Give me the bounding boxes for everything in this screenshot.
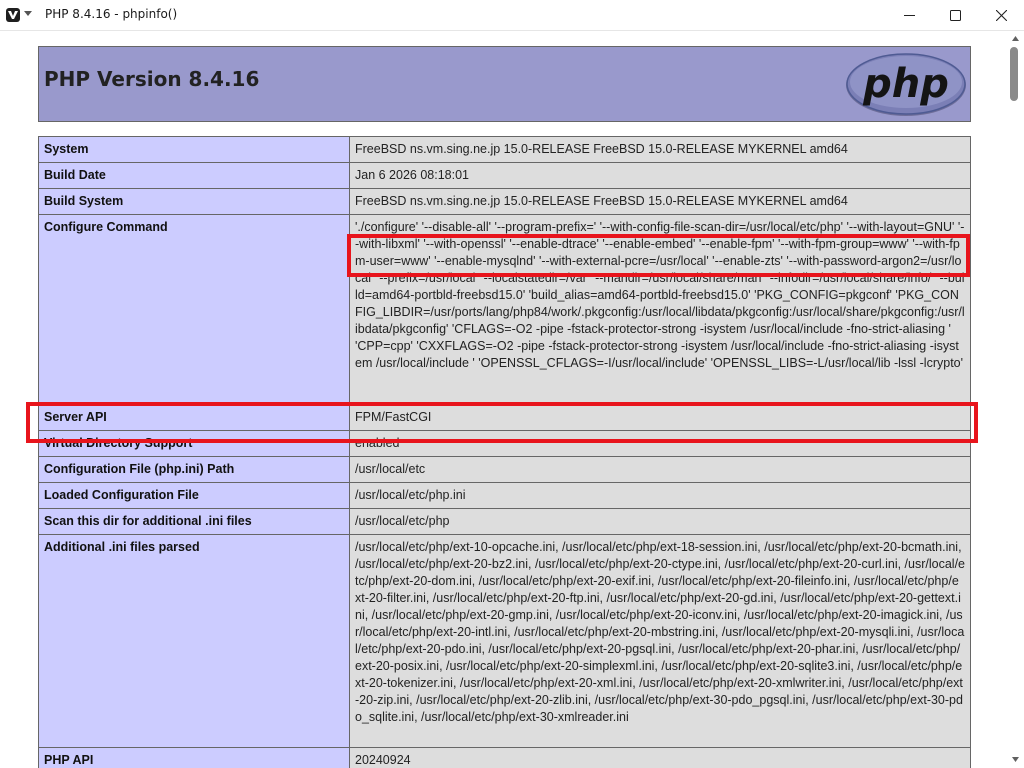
row-key: Scan this dir for additional .ini files xyxy=(38,508,350,535)
php-logo-text: php xyxy=(862,61,949,107)
row-value: 20240924 xyxy=(349,747,971,768)
chevron-down-icon[interactable] xyxy=(24,11,32,17)
info-table: System FreeBSD ns.vm.sing.ne.jp 15.0-REL… xyxy=(38,136,971,768)
row-value: /usr/local/etc/php xyxy=(349,508,971,535)
row-key: Virtual Directory Support xyxy=(38,430,350,457)
scroll-up-arrow-icon[interactable] xyxy=(1012,36,1019,41)
row-value: Jan 6 2026 08:18:01 xyxy=(349,162,971,189)
row-key: Build System xyxy=(38,188,350,215)
vertical-scrollbar[interactable] xyxy=(1007,31,1024,768)
row-value: FreeBSD ns.vm.sing.ne.jp 15.0-RELEASE Fr… xyxy=(349,188,971,215)
row-key: Configuration File (php.ini) Path xyxy=(38,456,350,483)
row-key: Build Date xyxy=(38,162,350,189)
phpinfo-header: PHP Version 8.4.16 php xyxy=(38,46,971,122)
table-row: System FreeBSD ns.vm.sing.ne.jp 15.0-REL… xyxy=(38,136,971,163)
table-row: Virtual Directory Support enabled xyxy=(38,430,971,457)
maximize-icon xyxy=(950,10,961,21)
table-row: Server API FPM/FastCGI xyxy=(38,404,971,431)
row-key: Additional .ini files parsed xyxy=(38,534,350,748)
minimize-icon xyxy=(904,15,915,16)
table-row: Configuration File (php.ini) Path /usr/l… xyxy=(38,456,971,483)
row-value: /usr/local/etc/php.ini xyxy=(349,482,971,509)
table-row: Additional .ini files parsed /usr/local/… xyxy=(38,534,971,748)
maximize-button[interactable] xyxy=(932,0,978,31)
scroll-down-arrow-icon[interactable] xyxy=(1012,757,1019,762)
scroll-thumb[interactable] xyxy=(1010,47,1018,101)
php-logo[interactable]: php xyxy=(845,53,967,117)
row-value: FreeBSD ns.vm.sing.ne.jp 15.0-RELEASE Fr… xyxy=(349,136,971,163)
close-button[interactable] xyxy=(978,0,1024,31)
window-title: PHP 8.4.16 - phpinfo() xyxy=(45,7,178,21)
row-value: enabled xyxy=(349,430,971,457)
table-row: Configure Command './configure' '--disab… xyxy=(38,214,971,405)
app-logo-icon[interactable] xyxy=(6,8,20,22)
table-row: Scan this dir for additional .ini files … xyxy=(38,508,971,535)
page-content: PHP Version 8.4.16 php System FreeBSD ns… xyxy=(0,31,1007,768)
close-icon xyxy=(996,10,1007,21)
minimize-button[interactable] xyxy=(886,0,932,31)
page-title: PHP Version 8.4.16 xyxy=(44,67,260,91)
table-row: Build System FreeBSD ns.vm.sing.ne.jp 15… xyxy=(38,188,971,215)
configure-command-value: './configure' '--disable-all' '--program… xyxy=(349,214,971,405)
row-key: System xyxy=(38,136,350,163)
window-titlebar: PHP 8.4.16 - phpinfo() xyxy=(0,0,1024,31)
row-key: PHP API xyxy=(38,747,350,768)
table-row: PHP API 20240924 xyxy=(38,747,971,768)
row-key: Server API xyxy=(38,404,350,431)
server-api-value: FPM/FastCGI xyxy=(349,404,971,431)
row-value: /usr/local/etc/php/ext-10-opcache.ini, /… xyxy=(349,534,971,748)
row-key: Loaded Configuration File xyxy=(38,482,350,509)
table-row: Build Date Jan 6 2026 08:18:01 xyxy=(38,162,971,189)
row-key: Configure Command xyxy=(38,214,350,405)
row-value: /usr/local/etc xyxy=(349,456,971,483)
table-row: Loaded Configuration File /usr/local/etc… xyxy=(38,482,971,509)
